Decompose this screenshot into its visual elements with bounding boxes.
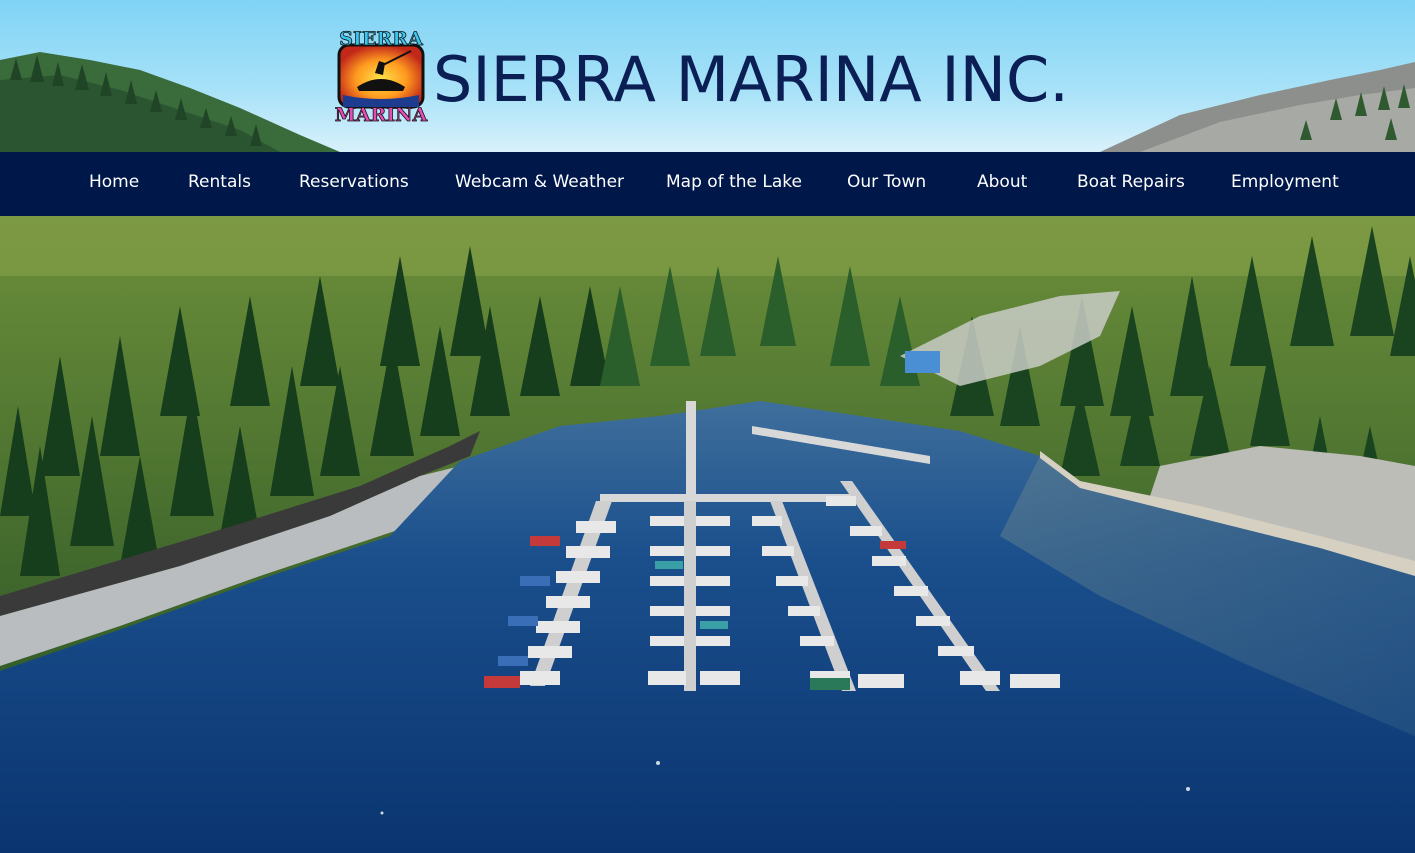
hero-image [0, 216, 1415, 853]
nav-item-boat-repairs[interactable]: Boat Repairs [1077, 152, 1185, 216]
fisherman-sunset-logo-icon: SIERRA MARINA [334, 28, 428, 127]
logo-text-top: SIERRA [339, 28, 423, 50]
nav-item-home[interactable]: Home [89, 152, 139, 216]
nav-item-map-of-the-lake[interactable]: Map of the Lake [666, 152, 802, 216]
nav-item-rentals[interactable]: Rentals [188, 152, 251, 216]
sierra-marina-logo[interactable]: SIERRA MARINA [333, 25, 429, 127]
site-title: SIERRA MARINA INC. [433, 43, 1070, 116]
main-navigation: Home Rentals Reservations Webcam & Weath… [0, 152, 1415, 216]
nav-item-about[interactable]: About [977, 152, 1027, 216]
nav-item-our-town[interactable]: Our Town [847, 152, 926, 216]
nav-item-employment[interactable]: Employment [1231, 152, 1339, 216]
aerial-marina-lake-photo [0, 216, 1415, 853]
logo-text-bottom: MARINA [335, 104, 428, 125]
nav-item-webcam-weather[interactable]: Webcam & Weather [455, 152, 624, 216]
nav-item-reservations[interactable]: Reservations [299, 152, 409, 216]
site-header: SIERRA MARINA SIERRA MARINA INC. [0, 0, 1415, 152]
